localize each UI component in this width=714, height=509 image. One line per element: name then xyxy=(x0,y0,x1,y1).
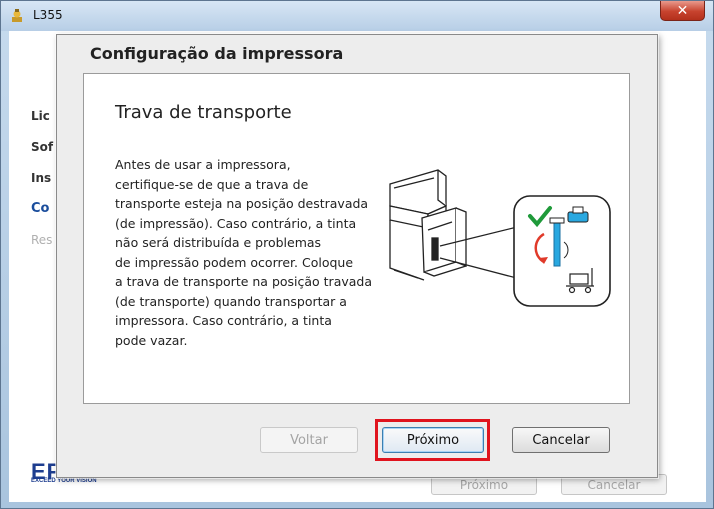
window-title: L355 xyxy=(33,8,63,22)
window-titlebar[interactable]: L355 ✕ xyxy=(1,1,713,31)
next-button-highlight xyxy=(375,419,490,461)
step-item-software: Sof xyxy=(31,140,54,154)
app-icon xyxy=(12,9,22,22)
section-title: Trava de transporte xyxy=(115,102,292,123)
back-button[interactable]: Voltar xyxy=(260,427,358,453)
close-button[interactable]: ✕ xyxy=(660,1,705,21)
step-item-result: Res xyxy=(31,233,53,247)
back-label: Voltar xyxy=(290,432,328,448)
brand-tagline: EXCEED YOUR VISION xyxy=(31,478,97,484)
dialog-title: Configuração da impressora xyxy=(90,44,344,63)
printer-icon xyxy=(389,169,467,281)
printer-setup-dialog: Configuração da impressora Trava de tran… xyxy=(56,34,658,478)
step-item-license: Lic xyxy=(31,109,50,123)
lock-lever xyxy=(553,221,561,267)
outer-next-label: Próximo xyxy=(459,477,509,492)
outer-cancel-label: Cancelar xyxy=(587,477,641,492)
content-panel: Trava de transporte Antes de usar a impr… xyxy=(83,73,630,404)
cancel-label: Cancelar xyxy=(532,432,590,448)
transport-lock-illustration xyxy=(389,169,611,307)
instruction-text: Antes de usar a impressora, certifique-s… xyxy=(115,157,373,348)
step-item-install: Ins xyxy=(31,171,52,185)
cancel-button[interactable]: Cancelar xyxy=(512,427,610,453)
step-item-config: Co xyxy=(31,201,50,216)
close-icon: ✕ xyxy=(676,2,689,19)
